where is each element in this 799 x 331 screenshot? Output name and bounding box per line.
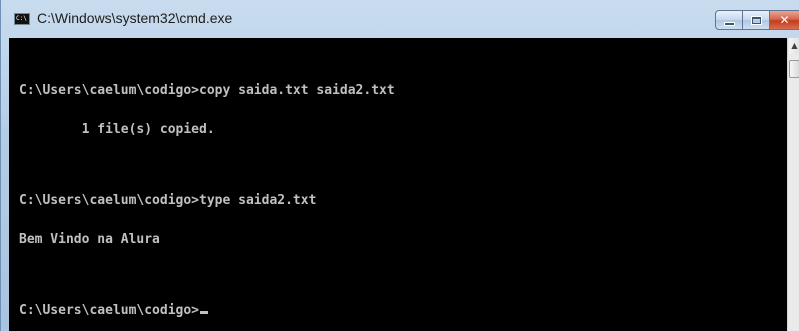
minimize-button[interactable] bbox=[715, 10, 743, 30]
scrollbar-thumb[interactable] bbox=[789, 60, 799, 78]
scroll-up-icon[interactable]: ▲ bbox=[789, 38, 799, 54]
vertical-scrollbar[interactable]: ▲ bbox=[787, 38, 799, 331]
console-line-file-content: Bem Vindo na Alura bbox=[19, 232, 160, 247]
console-line-command-copy: C:\Users\caelum\codigo>copy saida.txt sa… bbox=[19, 83, 395, 98]
console-line-command-type: C:\Users\caelum\codigo>type saida2.txt bbox=[19, 193, 317, 208]
console-line-prompt[interactable]: C:\Users\caelum\codigo> bbox=[19, 304, 395, 317]
window-title: C:\Windows\system32\cmd.exe bbox=[37, 10, 233, 26]
maximize-button[interactable] bbox=[743, 10, 770, 30]
console-area[interactable]: C:\Users\caelum\codigo>copy saida.txt sa… bbox=[9, 38, 787, 331]
console-output: C:\Users\caelum\codigo>copy saida.txt sa… bbox=[19, 58, 395, 331]
title-bar[interactable]: C:\ C:\Windows\system32\cmd.exe ✕ bbox=[1, 0, 799, 38]
caption-buttons: ✕ bbox=[715, 10, 799, 30]
prompt-text: C:\Users\caelum\codigo> bbox=[19, 303, 200, 318]
close-button[interactable]: ✕ bbox=[770, 10, 799, 30]
maximize-icon bbox=[751, 16, 761, 24]
console-line-copy-result: 1 file(s) copied. bbox=[19, 122, 215, 137]
cmd-window: C:\ C:\Windows\system32\cmd.exe ✕ C:\Use… bbox=[0, 0, 799, 331]
minimize-icon bbox=[724, 22, 734, 25]
cmd-icon[interactable]: C:\ bbox=[14, 13, 30, 25]
text-cursor bbox=[200, 311, 209, 314]
close-icon: ✕ bbox=[779, 13, 790, 27]
